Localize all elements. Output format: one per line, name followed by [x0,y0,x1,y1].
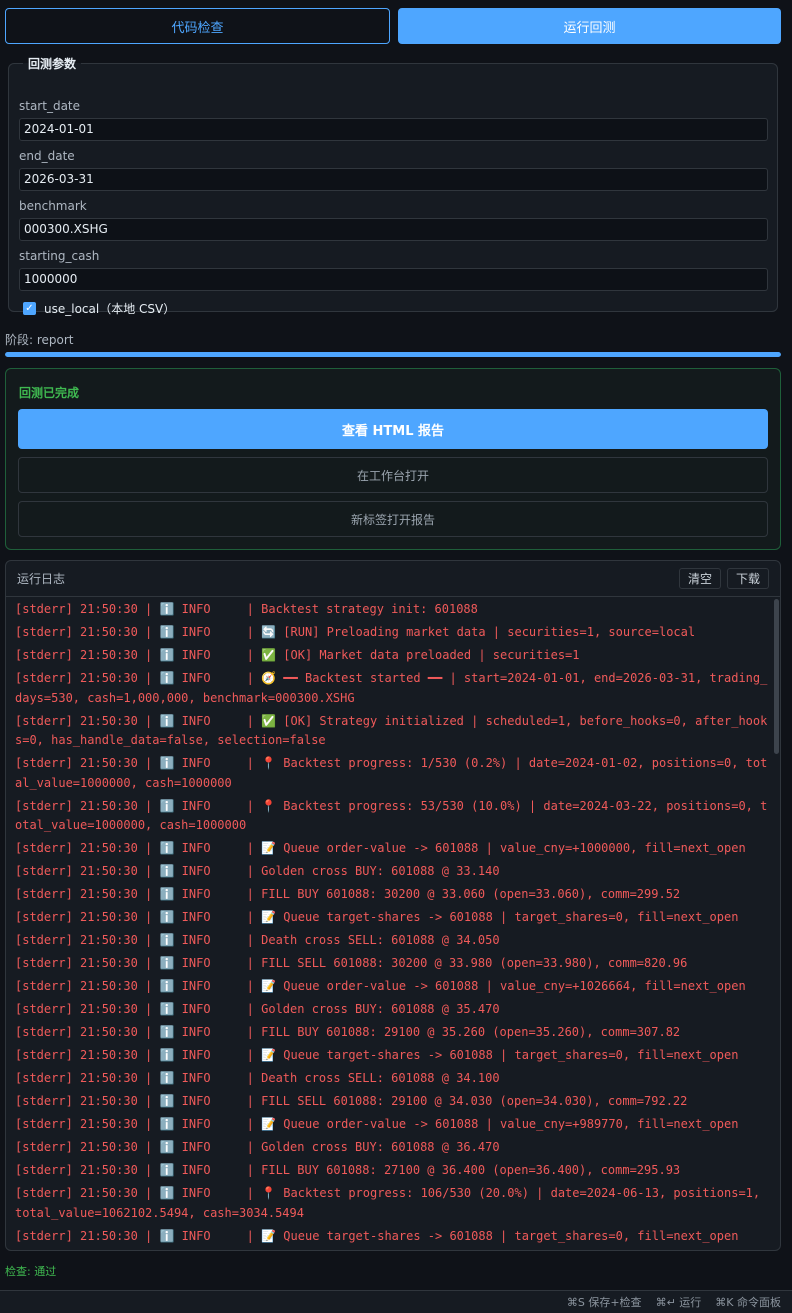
view-html-report-button[interactable]: 查看 HTML 报告 [18,409,768,449]
result-panel: 回测已完成 查看 HTML 报告 在工作台打开 新标签打开报告 [5,368,781,550]
starting-cash-input[interactable]: 1000000 [19,268,768,291]
backtest-params-panel: 回测参数 start_date 2024-01-01 end_date 2026… [8,55,778,316]
params-legend: 回测参数 [28,57,77,71]
end-date-label: end_date [19,149,75,163]
start-date-input[interactable]: 2024-01-01 [19,118,768,141]
download-log-button[interactable]: 下载 [726,568,769,589]
log-line: [stderr] 21:50:30 | ℹ️ INFO | FILL BUY 6… [15,1025,681,1039]
log-line: [stderr] 21:50:30 | ℹ️ INFO | Backtest s… [15,602,478,616]
log-line: [stderr] 21:50:30 | ℹ️ INFO | Death cros… [15,933,500,947]
log-line: [stderr] 21:50:30 | ℹ️ INFO | 📝 Queue ta… [15,910,739,924]
log-line: [stderr] 21:50:30 | ℹ️ INFO | 📝 Queue or… [15,979,746,993]
progress-bar-fill [5,352,781,357]
run-backtest-button[interactable]: 运行回测 [398,8,781,44]
open-in-workbench-button[interactable]: 在工作台打开 [18,457,768,493]
log-line: [stderr] 21:50:30 | ℹ️ INFO | 📝 Queue or… [15,1117,739,1131]
use-local-label: use_local（本地 CSV） [44,302,176,316]
start-date-label: start_date [19,99,81,113]
log-line: [stderr] 21:50:30 | ℹ️ INFO | 📝 Queue ta… [15,1228,739,1243]
log-line: [stderr] 21:50:30 | ℹ️ INFO | 🧭 ━━ Backt… [15,671,768,705]
check-status: 检查: 通过 [5,1265,57,1278]
log-line: [stderr] 21:50:30 | ℹ️ INFO | 📍 Backtest… [15,1186,768,1220]
use-local-checkbox[interactable]: ✓ [23,302,36,315]
progress-bar [5,352,781,357]
log-scroll-thumb[interactable] [774,599,779,754]
shortcut-run[interactable]: ⌘↵ 运行 [656,1294,702,1310]
log-line: [stderr] 21:50:30 | ℹ️ INFO | 📍 Backtest… [15,798,768,833]
starting-cash-label: starting_cash [19,249,100,263]
log-line: [stderr] 21:50:30 | ℹ️ INFO | Golden cro… [15,1140,500,1154]
benchmark-input[interactable]: 000300.XSHG [19,218,768,241]
log-scrollbar[interactable] [774,599,779,1249]
use-local-row: ✓ use_local（本地 CSV） [23,300,175,317]
result-title: 回测已完成 [19,386,80,400]
shortcut-footer: ⌘S 保存+检查 ⌘↵ 运行 ⌘K 命令面板 [0,1290,792,1313]
shortcut-command-palette[interactable]: ⌘K 命令面板 [715,1294,781,1310]
end-date-input[interactable]: 2026-03-31 [19,168,768,191]
log-line: [stderr] 21:50:30 | ℹ️ INFO | 📝 Queue ta… [15,1048,739,1062]
log-line: [stderr] 21:50:30 | ℹ️ INFO | 📍 Backtest… [15,756,768,790]
log-line: [stderr] 21:50:30 | ℹ️ INFO | 📝 Queue or… [15,841,746,855]
log-line: [stderr] 21:50:30 | ℹ️ INFO | FILL BUY 6… [15,1163,681,1177]
clear-log-button[interactable]: 清空 [678,568,721,589]
log-title: 运行日志 [17,572,66,586]
log-header: 运行日志 清空 下载 [6,561,780,597]
code-check-button[interactable]: 代码检查 [5,8,390,44]
log-line: [stderr] 21:50:30 | ℹ️ INFO | FILL BUY 6… [15,887,681,901]
open-report-new-tab-button[interactable]: 新标签打开报告 [18,501,768,537]
log-line: [stderr] 21:50:30 | ℹ️ INFO | ✅ [OK] Str… [15,713,768,748]
log-line: [stderr] 21:50:30 | ℹ️ INFO | Death cros… [15,1071,500,1085]
log-line: [stderr] 21:50:30 | ℹ️ INFO | ✅ [OK] Mar… [15,648,580,662]
shortcut-save-check[interactable]: ⌘S 保存+检查 [567,1294,642,1310]
log-line: [stderr] 21:50:30 | ℹ️ INFO | FILL SELL … [15,1094,688,1108]
stage-indicator: 阶段: report [5,333,74,347]
benchmark-label: benchmark [19,199,87,213]
top-toolbar: 代码检查 运行回测 [5,8,781,44]
log-output: [stderr] 21:50:30 | ℹ️ INFO | Backtest s… [6,598,772,1250]
log-line: [stderr] 21:50:30 | ℹ️ INFO | Golden cro… [15,864,500,878]
log-line: [stderr] 21:50:30 | ℹ️ INFO | 🔄 [RUN] Pr… [15,625,696,639]
run-log-panel: 运行日志 清空 下载 [stderr] 21:50:30 | ℹ️ INFO |… [5,560,781,1251]
log-line: [stderr] 21:50:30 | ℹ️ INFO | FILL SELL … [15,956,688,970]
log-line: [stderr] 21:50:30 | ℹ️ INFO | Golden cro… [15,1002,500,1016]
